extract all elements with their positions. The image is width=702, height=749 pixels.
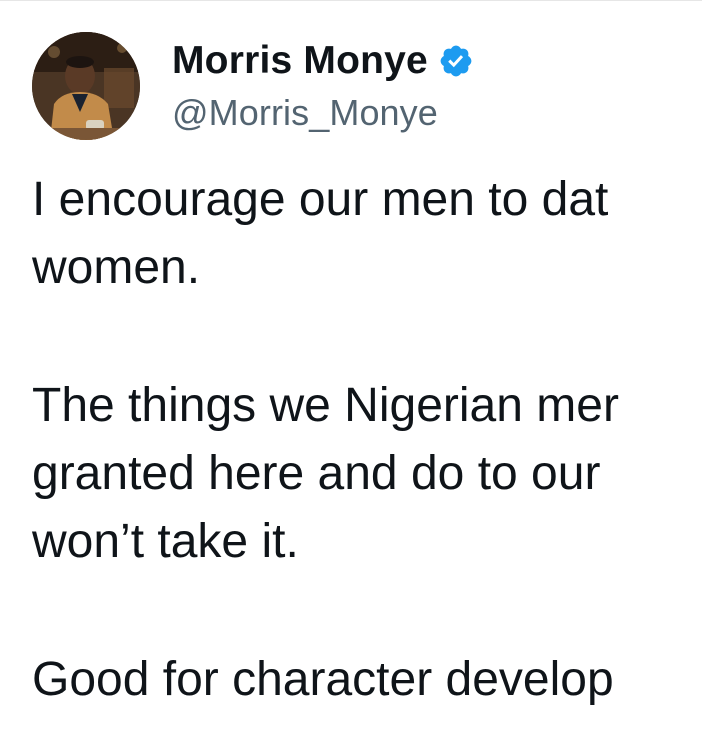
tweet-line: women. [32, 241, 201, 294]
display-name[interactable]: Morris Monye [172, 39, 428, 83]
tweet-line: granted here and do to our [32, 447, 601, 500]
verified-badge-icon [438, 43, 474, 79]
display-name-row: Morris Monye [172, 38, 474, 84]
tweet-line: Good for character develop [32, 653, 614, 706]
tweet-header: Morris Monye @Morris_Monye [32, 32, 474, 140]
tweet-line: I encourage our men to dat [32, 173, 609, 226]
avatar[interactable] [32, 32, 140, 140]
top-divider [0, 0, 702, 1]
author-names: Morris Monye @Morris_Monye [172, 32, 474, 134]
tweet-line: won’t take it. [32, 515, 299, 568]
avatar-photo [32, 32, 140, 140]
user-handle[interactable]: @Morris_Monye [172, 92, 474, 134]
tweet-text: I encourage our men to dat women. The th… [32, 166, 702, 714]
tweet-line: The things we Nigerian mer [32, 379, 619, 432]
